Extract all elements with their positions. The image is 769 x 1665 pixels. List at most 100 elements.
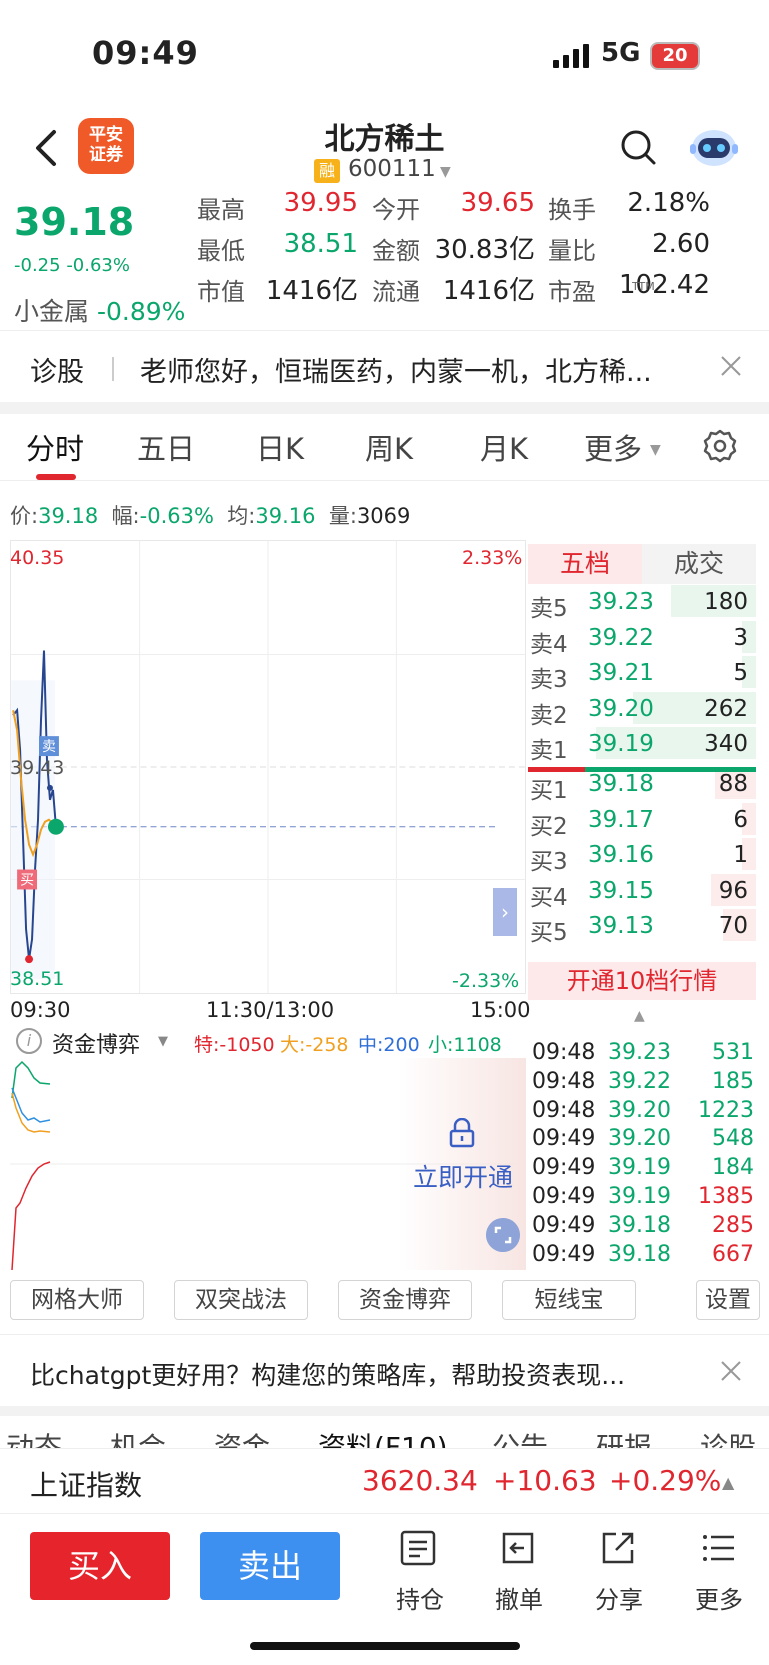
- chevron-down-icon[interactable]: ▼: [158, 1034, 168, 1049]
- more-label[interactable]: 更多: [695, 1580, 743, 1615]
- orderbook-price[interactable]: 39.19: [588, 731, 654, 757]
- orderbook-price[interactable]: 39.18: [588, 771, 654, 797]
- tab-news[interactable]: 动态: [6, 1426, 62, 1448]
- orderbook-volume: 3: [733, 624, 748, 651]
- sell-point: [46, 784, 53, 791]
- tick-time: 09:48: [532, 1040, 596, 1065]
- tick-time: 09:48: [532, 1068, 596, 1094]
- current-point: [47, 818, 64, 835]
- close-icon[interactable]: [718, 353, 744, 379]
- tab-five-day[interactable]: 五日: [137, 426, 195, 468]
- orderbook-price[interactable]: 39.20: [588, 696, 654, 722]
- chevron-down-icon[interactable]: ▼: [650, 442, 661, 458]
- sector-name: 小金属: [14, 297, 90, 326]
- status-time: 09:49: [92, 34, 199, 72]
- unlock-button[interactable]: 立即开通: [413, 1158, 513, 1194]
- price-label: 价:: [10, 504, 39, 528]
- bid-ask-bar-red: [528, 767, 585, 772]
- search-icon[interactable]: [619, 128, 657, 166]
- sell-button[interactable]: 卖出: [200, 1532, 340, 1600]
- info-amp: -0.63%: [139, 504, 214, 528]
- orderbook-level-label: 买1: [530, 778, 568, 804]
- pct-axis-bottom: -2.33%: [452, 970, 520, 992]
- orderbook-price[interactable]: 39.23: [588, 589, 654, 615]
- info-price: 39.18: [38, 504, 99, 528]
- tab-diagnose[interactable]: 诊股: [700, 1426, 756, 1448]
- holdings-icon[interactable]: [398, 1528, 438, 1568]
- close-icon[interactable]: [718, 1358, 744, 1384]
- tab-five-levels[interactable]: 五档: [528, 544, 642, 584]
- chevron-up-icon[interactable]: ▲: [722, 1473, 734, 1492]
- ad-banner[interactable]: 比chatgpt更好用？构建您的策略库，帮助投资表现...: [30, 1356, 670, 1392]
- sector-info[interactable]: 小金属 -0.89%: [14, 292, 185, 328]
- orderbook-volume: 6: [733, 806, 748, 833]
- orderbook-price[interactable]: 39.16: [588, 842, 654, 868]
- moneyflow-special-line: [11, 1161, 51, 1270]
- tick-volume: 185: [712, 1068, 754, 1094]
- tab-daily-k[interactable]: 日K: [256, 426, 304, 468]
- diagnose-label[interactable]: 诊股: [30, 350, 84, 389]
- chevron-down-icon[interactable]: ▼: [440, 164, 451, 180]
- quote-value: 38.51: [283, 229, 358, 259]
- intraday-chart[interactable]: 卖 买: [10, 540, 526, 994]
- lock-icon: [449, 1118, 475, 1148]
- hint-text[interactable]: 老师您好，恒瑞医药，内蒙一机，北方稀...: [140, 350, 700, 389]
- network-label: 5G: [601, 38, 641, 68]
- index-value: 3620.34: [362, 1464, 478, 1497]
- chevron-up-icon[interactable]: ▲: [634, 1008, 645, 1024]
- tab-intraday[interactable]: 分时: [26, 426, 84, 468]
- share-icon[interactable]: [598, 1528, 638, 1568]
- info-icon[interactable]: i: [16, 1028, 42, 1054]
- margin-tag: 融: [314, 159, 340, 183]
- tab-announcement[interactable]: 公告: [492, 1426, 548, 1448]
- section-gap: [0, 402, 769, 414]
- orderbook-volume: 96: [718, 877, 748, 904]
- orderbook-price[interactable]: 39.17: [588, 807, 654, 833]
- robot-assistant-icon[interactable]: [688, 122, 740, 170]
- tick-time: 09:49: [532, 1212, 596, 1238]
- moneyflow-title[interactable]: 资金博弈: [52, 1027, 140, 1059]
- tab-f10[interactable]: 资料(F10): [318, 1426, 448, 1448]
- tab-trades[interactable]: 成交: [642, 544, 756, 584]
- tool-settings[interactable]: 设置: [696, 1280, 760, 1320]
- orderbook-price[interactable]: 39.15: [588, 878, 654, 904]
- tick-price: 39.23: [608, 1040, 671, 1065]
- divider: [112, 357, 114, 381]
- orderbook-volume: 70: [718, 913, 748, 940]
- moneyflow-special: 特:-1050: [194, 1034, 275, 1056]
- x-axis-label: 15:00: [470, 998, 531, 1022]
- holdings-label[interactable]: 持仓: [396, 1580, 444, 1615]
- orderbook-volume: 340: [704, 731, 748, 758]
- home-indicator: [250, 1642, 520, 1650]
- tab-opportunity[interactable]: 机会: [110, 1426, 166, 1448]
- tool-grid-master[interactable]: 网格大师: [10, 1280, 144, 1320]
- crosshair-info: 价:39.18 幅:-0.63% 均:39.16 量:3069: [10, 500, 410, 530]
- buy-marker-text: 买: [20, 872, 34, 888]
- cancel-order-label[interactable]: 撤单: [495, 1580, 543, 1615]
- tool-money-flow[interactable]: 资金博弈: [338, 1280, 472, 1320]
- chevron-right-icon[interactable]: ›: [493, 888, 517, 936]
- tick-price: 39.18: [608, 1241, 671, 1267]
- tool-double-breakout[interactable]: 双突战法: [174, 1280, 308, 1320]
- tab-funds[interactable]: 资金: [214, 1426, 270, 1448]
- stock-code[interactable]: 600111: [348, 156, 436, 182]
- orderbook-level-label: 卖2: [530, 702, 568, 729]
- orderbook-level-label: 买5: [530, 920, 568, 947]
- orderbook-price[interactable]: 39.22: [588, 625, 654, 651]
- sector-pct: -0.89%: [96, 297, 186, 326]
- tab-more[interactable]: 更多: [584, 426, 642, 468]
- tab-monthly-k[interactable]: 月K: [480, 426, 528, 468]
- open-10-levels-button[interactable]: 开通10档行情: [528, 962, 756, 1000]
- buy-button[interactable]: 买入: [30, 1532, 170, 1600]
- tool-short-term[interactable]: 短线宝: [502, 1280, 636, 1320]
- tick-time: 09:49: [532, 1184, 596, 1209]
- gear-icon[interactable]: [702, 428, 738, 464]
- fullscreen-icon[interactable]: [486, 1218, 520, 1252]
- menu-icon[interactable]: [698, 1528, 738, 1568]
- cancel-order-icon[interactable]: [498, 1528, 538, 1568]
- orderbook-price[interactable]: 39.13: [588, 913, 654, 939]
- orderbook-price[interactable]: 39.21: [588, 660, 654, 686]
- share-label[interactable]: 分享: [595, 1580, 643, 1615]
- tab-weekly-k[interactable]: 周K: [365, 426, 413, 468]
- tab-research[interactable]: 研报: [596, 1426, 652, 1448]
